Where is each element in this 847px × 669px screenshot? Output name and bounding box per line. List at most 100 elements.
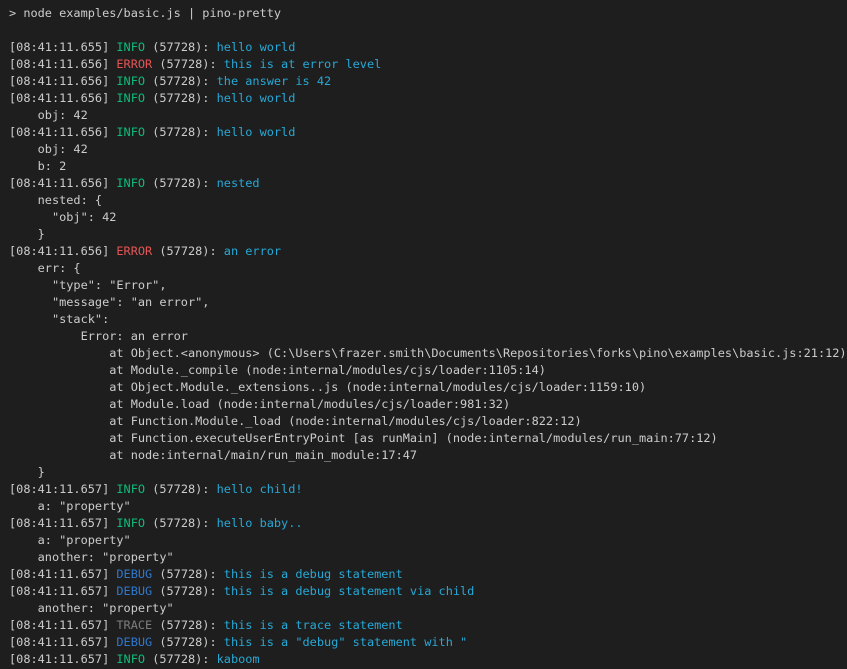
log-level-info: INFO [116,652,145,666]
log-text: (57728): [152,618,224,632]
log-level-info: INFO [116,482,145,496]
log-text: (57728): [145,482,217,496]
log-level-debug: DEBUG [116,635,152,649]
terminal-line: "stack": [9,311,847,328]
terminal-line: [08:41:11.657] INFO (57728): hello baby.… [9,515,847,532]
terminal-line: [08:41:11.657] DEBUG (57728): this is a … [9,566,847,583]
log-timestamp: [08:41:11.657] [9,652,116,666]
log-message: hello world [217,91,296,105]
log-level-info: INFO [116,74,145,88]
terminal-line: "message": "an error", [9,294,847,311]
log-text: > node examples/basic.js | pino-pretty [9,6,281,20]
terminal-line: b: 2 [9,158,847,175]
log-text: Error: an error [9,329,188,343]
log-text: "type": "Error", [9,278,167,292]
terminal-line: at Module.load (node:internal/modules/cj… [9,396,847,413]
log-level-error: ERROR [116,244,152,258]
terminal-line: [08:41:11.657] DEBUG (57728): this is a … [9,583,847,600]
terminal-line: [08:41:11.656] INFO (57728): nested [9,175,847,192]
log-timestamp: [08:41:11.656] [9,57,116,71]
log-message: nested [217,176,260,190]
log-text: another: "property" [9,550,174,564]
terminal-line: at Function.executeUserEntryPoint [as ru… [9,430,847,447]
log-text: (57728): [152,635,224,649]
log-text: at Module._compile (node:internal/module… [9,363,546,377]
log-text: at Object.Module._extensions..js (node:i… [9,380,646,394]
terminal-line: [08:41:11.656] INFO (57728): hello world [9,90,847,107]
log-level-info: INFO [116,176,145,190]
log-text: } [9,227,45,241]
log-timestamp: [08:41:11.656] [9,74,116,88]
log-message: kaboom [217,652,260,666]
log-message: the answer is 42 [217,74,332,88]
log-text: (57728): [152,584,224,598]
log-timestamp: [08:41:11.656] [9,176,116,190]
log-level-debug: DEBUG [116,584,152,598]
log-text: another: "property" [9,601,174,615]
terminal-line: [08:41:11.657] DEBUG (57728): this is a … [9,634,847,651]
log-text: at Function.executeUserEntryPoint [as ru… [9,431,718,445]
terminal-line: Error: an error [9,328,847,345]
terminal-line: } [9,226,847,243]
terminal-line: at node:internal/main/run_main_module:17… [9,447,847,464]
terminal-line: obj: 42 [9,141,847,158]
terminal-line: [08:41:11.656] ERROR (57728): this is at… [9,56,847,73]
terminal-line: at Function.Module._load (node:internal/… [9,413,847,430]
log-level-debug: DEBUG [116,567,152,581]
log-text: at Function.Module._load (node:internal/… [9,414,582,428]
log-message: this is at error level [224,57,382,71]
terminal-line: err: { [9,260,847,277]
terminal-line: another: "property" [9,549,847,566]
log-message: hello world [217,125,296,139]
terminal-line: [08:41:11.655] INFO (57728): hello world [9,39,847,56]
log-level-info: INFO [116,91,145,105]
log-timestamp: [08:41:11.657] [9,584,116,598]
terminal-line: [08:41:11.657] INFO (57728): hello child… [9,481,847,498]
log-text: a: "property" [9,533,131,547]
log-timestamp: [08:41:11.657] [9,618,116,632]
terminal-line: } [9,464,847,481]
terminal-line: "type": "Error", [9,277,847,294]
log-message: hello world [217,40,296,54]
log-text: (57728): [145,40,217,54]
terminal-line: a: "property" [9,532,847,549]
terminal-line: [08:41:11.657] TRACE (57728): this is a … [9,617,847,634]
log-message: this is a debug statement [224,567,403,581]
log-text: (57728): [152,57,224,71]
terminal-line: a: "property" [9,498,847,515]
terminal-line: [08:41:11.656] INFO (57728): the answer … [9,73,847,90]
log-text: "stack": [9,312,109,326]
log-text: (57728): [152,567,224,581]
log-text: } [9,465,45,479]
log-text: b: 2 [9,159,66,173]
log-message: this is a debug statement via child [224,584,475,598]
log-text: at node:internal/main/run_main_module:17… [9,448,417,462]
terminal-line: at Object.Module._extensions..js (node:i… [9,379,847,396]
terminal-output: > node examples/basic.js | pino-pretty [0… [0,0,847,669]
log-level-info: INFO [116,40,145,54]
log-text: (57728): [145,516,217,530]
log-text: err: { [9,261,81,275]
log-text: a: "property" [9,499,131,513]
terminal-line: obj: 42 [9,107,847,124]
log-text: at Object.<anonymous> (C:\Users\frazer.s… [9,346,847,360]
log-timestamp: [08:41:11.657] [9,482,116,496]
log-text: at Module.load (node:internal/modules/cj… [9,397,510,411]
log-message: hello child! [217,482,303,496]
terminal-line: "obj": 42 [9,209,847,226]
log-text: (57728): [145,652,217,666]
log-timestamp: [08:41:11.656] [9,125,116,139]
log-timestamp: [08:41:11.656] [9,91,116,105]
log-text: "message": "an error", [9,295,209,309]
terminal-line [9,22,847,39]
log-text: (57728): [145,91,217,105]
log-message: this is a "debug" statement with " [224,635,467,649]
log-level-info: INFO [116,125,145,139]
log-text: obj: 42 [9,108,88,122]
log-timestamp: [08:41:11.655] [9,40,116,54]
log-level-info: INFO [116,516,145,530]
log-message: hello baby.. [217,516,303,530]
log-timestamp: [08:41:11.656] [9,244,116,258]
terminal-line: [08:41:11.656] INFO (57728): hello world [9,124,847,141]
log-text: (57728): [152,244,224,258]
